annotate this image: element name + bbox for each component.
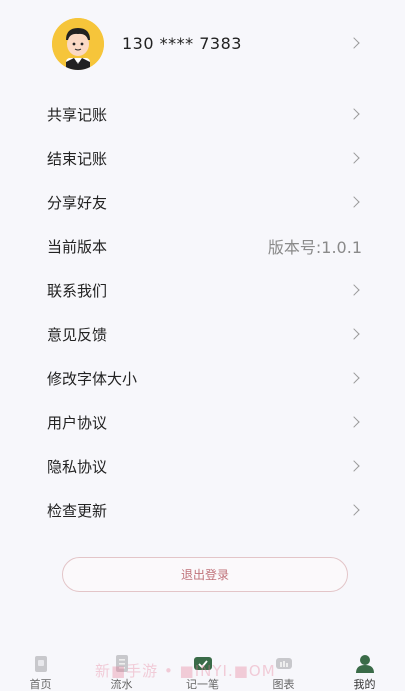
tab-label: 流水 bbox=[110, 678, 133, 691]
tab-mine[interactable]: 我的 bbox=[335, 648, 395, 691]
chevron-right-icon bbox=[348, 372, 360, 384]
avatar[interactable] bbox=[52, 18, 104, 70]
chevron-right-icon bbox=[348, 152, 360, 164]
tab-chart[interactable]: 图表 bbox=[254, 648, 314, 691]
menu-item-check-update[interactable]: 检查更新 bbox=[0, 488, 405, 532]
menu-item-end-bookkeeping[interactable]: 结束记账 bbox=[0, 136, 405, 180]
tab-home[interactable]: 首页 bbox=[11, 648, 71, 691]
menu-item-label: 共享记账 bbox=[47, 105, 108, 124]
chevron-right-icon bbox=[348, 460, 360, 472]
menu-item-share-friends[interactable]: 分享好友 bbox=[0, 180, 405, 224]
add-record-icon bbox=[193, 657, 212, 670]
avatar-cartoon-man-icon bbox=[52, 18, 104, 70]
menu-item-contact-us[interactable]: 联系我们 bbox=[0, 268, 405, 312]
tab-label: 首页 bbox=[29, 678, 52, 691]
chevron-right-icon bbox=[348, 37, 360, 49]
menu-item-label: 当前版本 bbox=[47, 237, 108, 256]
chevron-right-icon bbox=[348, 328, 360, 340]
menu-item-shared-bookkeeping[interactable]: 共享记账 bbox=[0, 92, 405, 136]
list-icon bbox=[115, 655, 128, 672]
tab-label: 我的 bbox=[353, 678, 376, 691]
chevron-right-icon bbox=[348, 284, 360, 296]
menu-item-current-version: 当前版本 版本号:1.0.1 bbox=[0, 224, 405, 268]
chart-icon bbox=[275, 658, 292, 669]
profile-row[interactable]: 130 **** 7383 bbox=[0, 12, 405, 74]
menu-item-label: 检查更新 bbox=[47, 501, 108, 520]
menu-item-label: 用户协议 bbox=[47, 413, 108, 432]
menu-item-label: 修改字体大小 bbox=[47, 369, 138, 388]
menu-item-label: 结束记账 bbox=[47, 149, 108, 168]
menu-item-privacy-policy[interactable]: 隐私协议 bbox=[0, 444, 405, 488]
logout-button[interactable]: 退出登录 bbox=[62, 557, 348, 592]
chevron-right-icon bbox=[348, 196, 360, 208]
bottom-tab-bar: 首页 流水 记一笔 图表 我的 bbox=[0, 648, 405, 691]
menu-item-label: 意见反馈 bbox=[47, 325, 108, 344]
menu-item-feedback[interactable]: 意见反馈 bbox=[0, 312, 405, 356]
menu-item-label: 联系我们 bbox=[47, 281, 108, 300]
menu-item-font-size[interactable]: 修改字体大小 bbox=[0, 356, 405, 400]
home-icon bbox=[34, 656, 47, 672]
menu-item-label: 隐私协议 bbox=[47, 457, 108, 476]
user-icon bbox=[355, 655, 374, 673]
tab-label: 图表 bbox=[272, 678, 295, 691]
menu-item-user-agreement[interactable]: 用户协议 bbox=[0, 400, 405, 444]
tab-add-record[interactable]: 记一笔 bbox=[173, 648, 233, 691]
phone-number: 130 **** 7383 bbox=[122, 34, 242, 53]
settings-menu: 共享记账 结束记账 分享好友 当前版本 版本号:1.0.1 联系我们 意见反馈 … bbox=[0, 92, 405, 532]
tab-flow[interactable]: 流水 bbox=[92, 648, 152, 691]
menu-item-label: 分享好友 bbox=[47, 193, 108, 212]
tab-label: 记一笔 bbox=[186, 678, 219, 691]
chevron-right-icon bbox=[348, 416, 360, 428]
chevron-right-icon bbox=[348, 108, 360, 120]
chevron-right-icon bbox=[348, 504, 360, 516]
version-number: 版本号:1.0.1 bbox=[267, 238, 362, 257]
